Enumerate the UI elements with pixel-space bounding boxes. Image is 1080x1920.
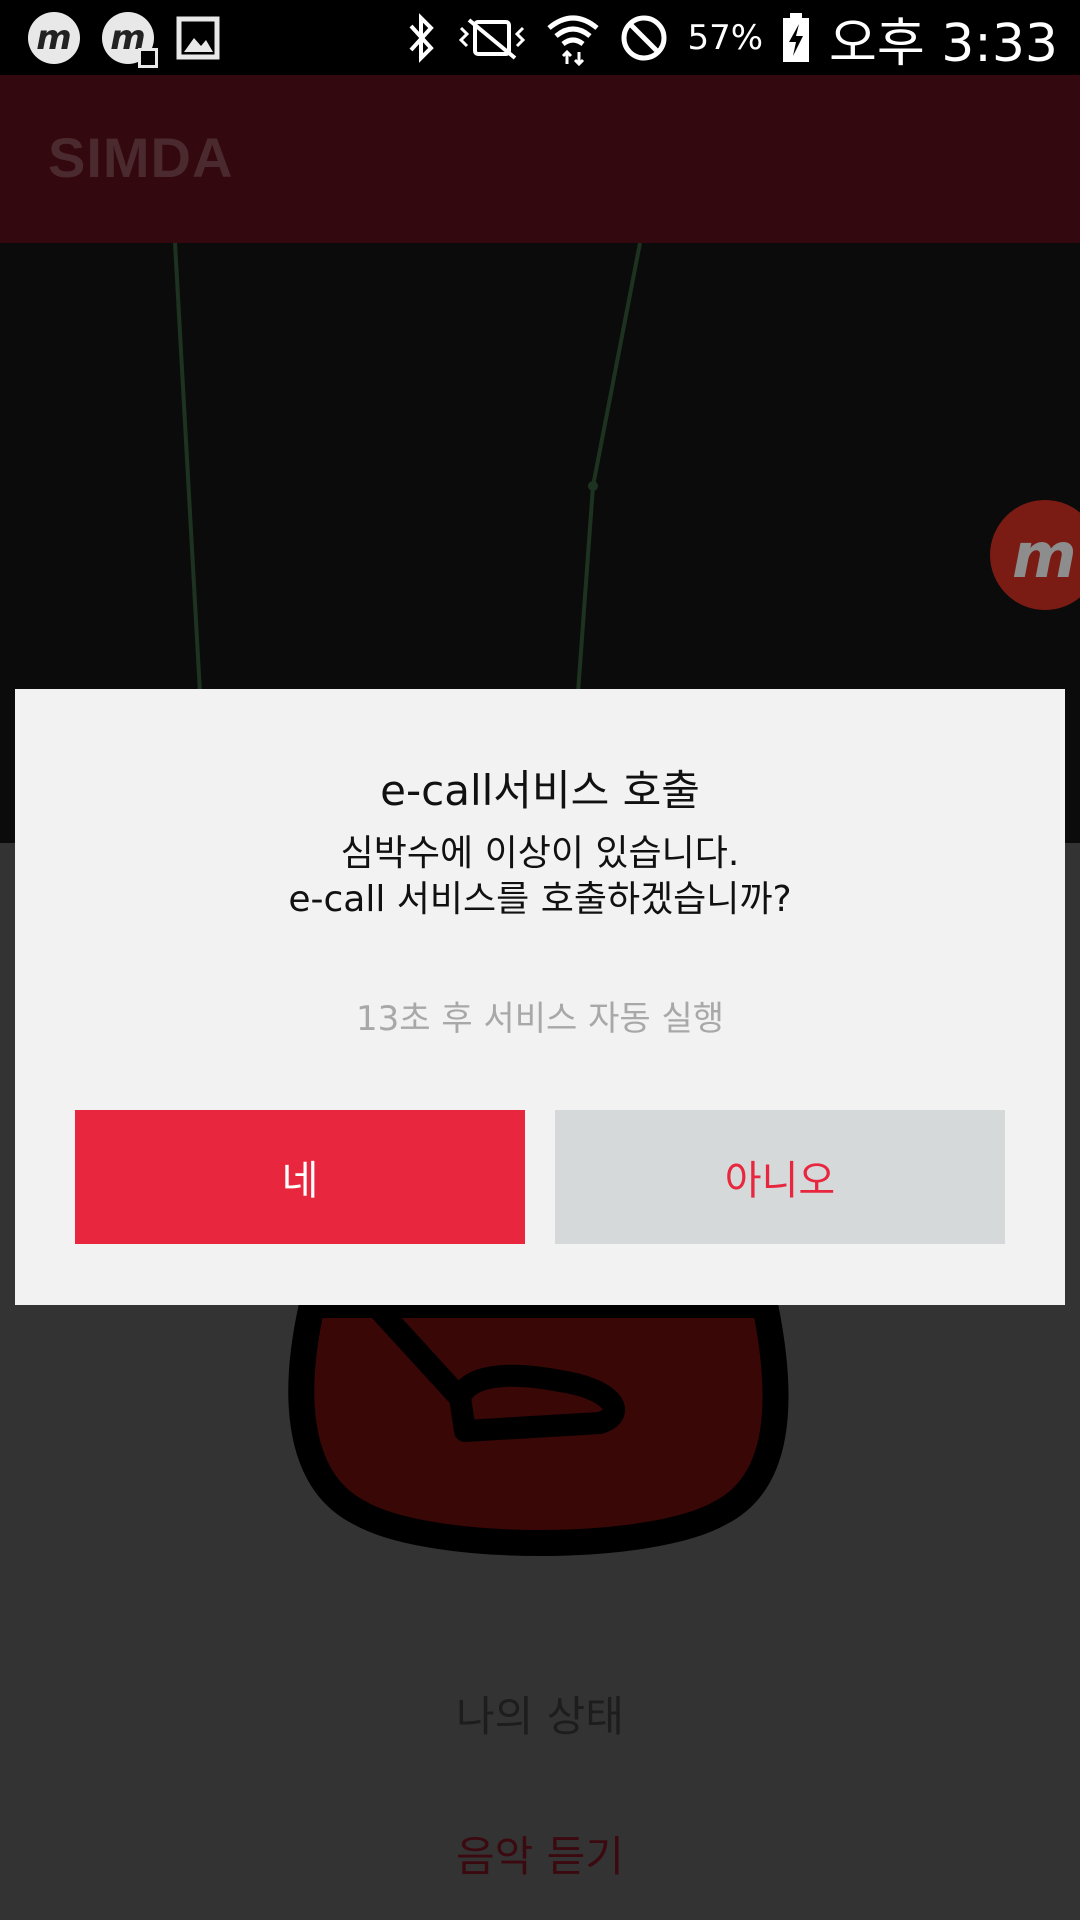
mobizen-icon: m	[28, 12, 80, 64]
dialog-message-line1: 심박수에 이상이 있습니다.	[340, 833, 740, 874]
battery-charging-icon	[783, 13, 810, 62]
bluetooth-icon	[409, 13, 435, 63]
dialog-message: 심박수에 이상이 있습니다. e-call 서비스를 호출하겠습니까?	[15, 831, 1065, 923]
ecall-dialog: e-call서비스 호출 심박수에 이상이 있습니다. e-call 서비스를 …	[15, 689, 1065, 1305]
menu-listen-music[interactable]: 음악 듣기	[0, 1823, 1080, 1884]
gallery-icon	[176, 16, 220, 60]
yes-button[interactable]: 네	[75, 1110, 525, 1244]
notification-icons: m m	[28, 12, 220, 68]
battery-percent: 57%	[687, 18, 764, 58]
no-button[interactable]: 아니오	[555, 1110, 1005, 1244]
mobizen-record-icon: m	[102, 12, 158, 68]
dialog-title: e-call서비스 호출	[380, 766, 700, 815]
dialog-message-line2: e-call 서비스를 호출하겠습니까?	[288, 879, 792, 920]
block-icon	[621, 15, 667, 61]
system-icons: 57% 오후 3:33	[405, 8, 1058, 74]
menu-my-status[interactable]: 나의 상태	[0, 1683, 1080, 1744]
status-bar: m m 57% 오후 3:33	[0, 0, 1080, 75]
app-bar: SIMDA	[0, 75, 1080, 243]
status-time: 오후 3:33	[829, 13, 1058, 74]
app-title: SIMDA	[48, 126, 234, 189]
wifi-icon	[547, 15, 600, 66]
auto-run-countdown: 13초 후 서비스 자동 실행	[355, 999, 724, 1039]
vibrate-mute-icon	[459, 18, 526, 60]
